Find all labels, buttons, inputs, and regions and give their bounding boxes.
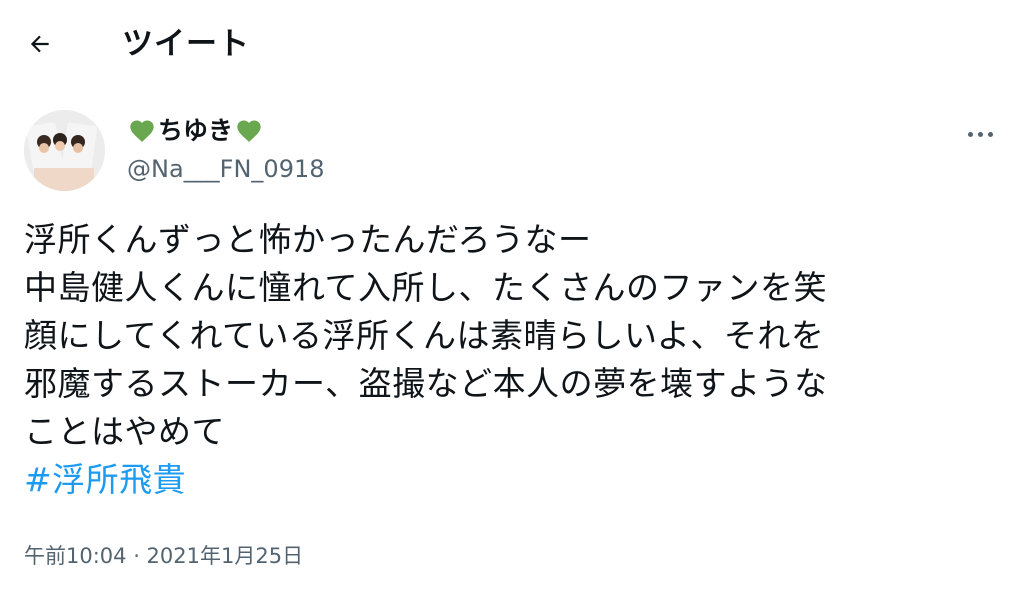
more-dot-icon bbox=[977, 131, 983, 137]
green-heart-icon bbox=[237, 120, 261, 142]
tweet-line: ことはやめて bbox=[24, 412, 225, 451]
hashtag-link[interactable]: #浮所飛貴 bbox=[24, 456, 186, 504]
display-name-text: ちゆき bbox=[158, 116, 234, 145]
green-heart-icon bbox=[130, 120, 154, 142]
tweet-timestamp[interactable]: 午前10:04 · 2021年1月25日 bbox=[24, 541, 303, 571]
user-handle[interactable]: @Na___FN_0918 bbox=[127, 153, 325, 185]
tweet-line: 浮所くんずっと怖かったんだろうなー bbox=[24, 220, 592, 259]
tweet-line: 邪魔するストーカー、盗撮など本人の夢を壊すような bbox=[24, 364, 828, 403]
back-button[interactable] bbox=[18, 22, 62, 66]
display-name[interactable]: ちゆき bbox=[126, 114, 265, 148]
profile-photo-icon bbox=[24, 110, 105, 191]
tweet-line: 中島健人くんに憧れて入所し、たくさんのファンを笑 bbox=[24, 268, 828, 307]
page-title: ツイート bbox=[122, 26, 250, 62]
tweet-line: 顔にしてくれている浮所くんは素晴らしいよ、それを bbox=[24, 316, 825, 355]
arrow-left-icon bbox=[30, 35, 49, 53]
avatar[interactable] bbox=[24, 110, 105, 191]
tweet-text: 浮所くんずっと怖かったんだろうなー中島健人くんに憧れて入所し、たくさんのファンを… bbox=[24, 216, 1014, 456]
more-options-button[interactable] bbox=[960, 116, 1000, 152]
more-dot-icon bbox=[967, 131, 973, 137]
top-bar: ツイート bbox=[0, 0, 1024, 88]
more-dot-icon bbox=[987, 131, 993, 137]
